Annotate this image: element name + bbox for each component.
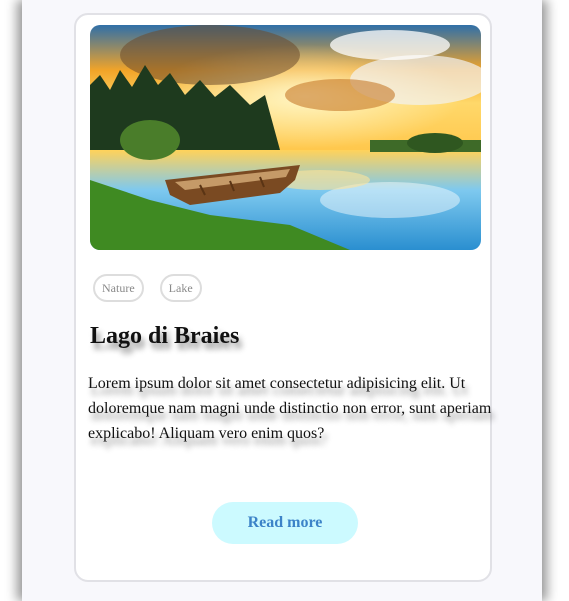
lake-sunset-image bbox=[90, 25, 481, 250]
tag-lake[interactable]: Lake bbox=[159, 274, 202, 302]
card-image bbox=[90, 25, 481, 250]
read-more-button[interactable]: Read more bbox=[212, 502, 358, 544]
card-description: Lorem ipsum dolor sit amet consectetur a… bbox=[88, 375, 492, 442]
tag-list: Nature Lake bbox=[93, 274, 202, 302]
card-title: Lago di Braies bbox=[90, 323, 240, 349]
destination-card: Nature Lake Lago di Braies Lorem ipsum d… bbox=[74, 13, 492, 582]
tag-nature[interactable]: Nature bbox=[93, 274, 144, 302]
